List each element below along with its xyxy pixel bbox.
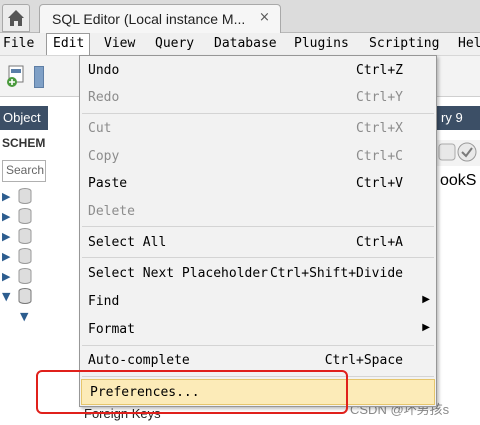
menu-item-label: Format xyxy=(88,322,135,337)
menu-item-shortcut: Ctrl+Space xyxy=(324,353,403,368)
menu-item-paste[interactable]: Paste Ctrl+V xyxy=(80,171,436,197)
menu-database[interactable]: Database xyxy=(214,36,277,51)
sql-editor-tab[interactable]: SQL Editor (Local instance M... × xyxy=(39,4,281,33)
menu-item-label: Auto-complete xyxy=(88,353,190,368)
sidebar-header: Object xyxy=(0,106,48,130)
menu-item-shortcut: Ctrl+X xyxy=(356,121,403,136)
submenu-arrow-icon: ▶ xyxy=(422,322,430,333)
menu-separator xyxy=(82,345,434,346)
menu-item-label: Copy xyxy=(88,149,120,164)
submenu-arrow-icon: ▶ xyxy=(422,294,430,305)
menu-separator xyxy=(82,226,434,227)
menu-edit[interactable]: Edit xyxy=(53,36,84,51)
menu-scripting[interactable]: Scripting xyxy=(369,36,439,51)
expand-arrow-icon[interactable]: ▶ xyxy=(2,210,10,223)
editor-code-text[interactable]: ookS xyxy=(440,172,476,190)
editor-tab-label: ry 9 xyxy=(441,110,463,125)
menu-item-label: Select All xyxy=(88,235,167,250)
menu-item-cut[interactable]: Cut Ctrl+X xyxy=(80,116,436,142)
menu-view[interactable]: View xyxy=(104,36,135,51)
database-icon xyxy=(18,208,32,224)
menu-query[interactable]: Query xyxy=(155,36,194,51)
menu-item-shortcut: Ctrl+Shift+Divide xyxy=(269,266,403,281)
menu-plugins[interactable]: Plugins xyxy=(294,36,349,51)
menu-item-select-next-placeholder[interactable]: Select Next Placeholder Ctrl+Shift+Divid… xyxy=(80,261,436,287)
sql-file-add-icon xyxy=(7,65,24,87)
menu-item-undo[interactable]: Undo Ctrl+Z xyxy=(80,58,436,84)
database-icon xyxy=(18,268,32,284)
menu-item-shortcut: Ctrl+Z xyxy=(356,63,403,78)
menu-item-shortcut: Ctrl+C xyxy=(356,149,403,164)
new-sql-tab-button[interactable] xyxy=(4,64,30,88)
menu-item-shortcut: Ctrl+A xyxy=(356,235,403,250)
menu-item-label: Delete xyxy=(88,204,135,219)
home-icon xyxy=(8,10,24,26)
menu-item-format[interactable]: Format ▶ xyxy=(80,317,436,343)
menu-item-shortcut: Ctrl+Y xyxy=(356,90,403,105)
expand-arrow-icon[interactable]: ▶ xyxy=(2,230,10,243)
menu-separator xyxy=(82,113,434,114)
editor-tab[interactable]: ry 9 xyxy=(437,106,480,130)
menu-item-redo[interactable]: Redo Ctrl+Y xyxy=(80,85,436,111)
tab-title: SQL Editor (Local instance M... xyxy=(52,11,246,27)
schemas-label: SCHEM xyxy=(2,136,46,150)
menu-item-label: Undo xyxy=(88,63,120,78)
annotation-highlight-box xyxy=(36,370,348,414)
menu-separator xyxy=(82,257,434,258)
close-icon[interactable]: × xyxy=(259,10,270,25)
execute-icon[interactable] xyxy=(437,140,477,166)
expand-arrow-icon[interactable]: ▶ xyxy=(2,250,10,263)
tab-bar: SQL Editor (Local instance M... × xyxy=(0,0,480,33)
menu-item-shortcut: Ctrl+V xyxy=(356,176,403,191)
schema-filter-input[interactable]: Search xyxy=(2,160,46,182)
menu-item-delete[interactable]: Delete xyxy=(80,199,436,225)
menu-item-label: Paste xyxy=(88,176,128,191)
menu-item-label: Redo xyxy=(88,90,120,105)
database-icon xyxy=(18,188,32,204)
database-icon xyxy=(18,248,32,264)
menu-item-label: Select Next Placeholder xyxy=(88,266,269,281)
toolbar-button-partial[interactable] xyxy=(34,66,44,88)
menu-item-copy[interactable]: Copy Ctrl+C xyxy=(80,144,436,170)
database-icon xyxy=(18,228,32,244)
menu-item-label: Cut xyxy=(88,121,112,136)
database-icon xyxy=(18,288,32,304)
menu-item-select-all[interactable]: Select All Ctrl+A xyxy=(80,230,436,256)
collapse-arrow-icon[interactable]: ▼ xyxy=(20,310,28,323)
home-button[interactable] xyxy=(2,4,30,32)
expand-arrow-icon[interactable]: ▶ xyxy=(2,270,10,283)
menu-bar: File Edit View Query Database Plugins Sc… xyxy=(0,33,480,56)
menu-help[interactable]: Hel xyxy=(458,36,480,51)
menu-item-find[interactable]: Find ▶ xyxy=(80,289,436,315)
menu-file[interactable]: File xyxy=(3,36,34,51)
editor-toolbar xyxy=(437,140,480,166)
collapse-arrow-icon[interactable]: ▼ xyxy=(2,290,10,303)
menu-item-label: Find xyxy=(88,294,120,309)
edit-menu-dropdown: Undo Ctrl+Z Redo Ctrl+Y Cut Ctrl+X Copy … xyxy=(79,55,437,407)
sidebar-header-label: Object xyxy=(3,110,41,125)
expand-arrow-icon[interactable]: ▶ xyxy=(2,190,10,203)
